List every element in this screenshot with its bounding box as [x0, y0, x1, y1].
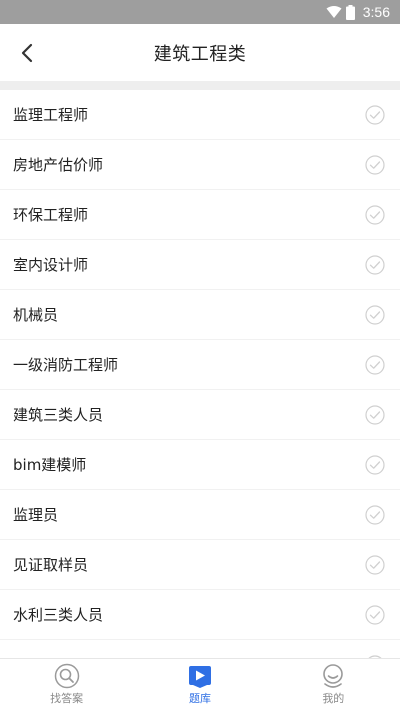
wifi-icon: [326, 6, 342, 18]
battery-icon: [345, 4, 355, 20]
list-item-label: 一级消防工程师: [13, 356, 119, 374]
header-bar: 建筑工程类: [0, 24, 400, 81]
check-circle-icon[interactable]: [365, 304, 385, 325]
list-item-label: 水利三类人员: [13, 606, 104, 624]
tab-label: 题库: [188, 692, 211, 705]
check-circle-icon[interactable]: [365, 504, 385, 525]
list-item[interactable]: 监理工程师: [0, 90, 400, 140]
list-item-label: 室内设计师: [13, 256, 89, 274]
check-circle-icon[interactable]: [365, 254, 385, 275]
check-circle-icon[interactable]: [365, 204, 385, 225]
list-item[interactable]: [0, 640, 400, 658]
question-bank-icon: [188, 666, 211, 688]
list-item-label: 监理工程师: [13, 106, 89, 124]
status-bar: 3:56: [0, 0, 400, 24]
header-divider: [0, 81, 400, 90]
bottom-tab-bar: 找答案 题库 我的: [0, 658, 400, 710]
list-item-label: 监理员: [13, 506, 59, 524]
list-item-label: 机械员: [13, 306, 59, 324]
tab-profile[interactable]: 我的: [267, 659, 400, 710]
list-item[interactable]: 见证取样员: [0, 540, 400, 590]
list-item[interactable]: 机械员: [0, 290, 400, 340]
list-item[interactable]: 房地产估价师: [0, 140, 400, 190]
check-circle-icon[interactable]: [365, 604, 385, 625]
check-circle-icon[interactable]: [365, 104, 385, 125]
check-circle-icon[interactable]: [365, 404, 385, 425]
back-button[interactable]: [14, 40, 40, 66]
list-item[interactable]: 监理员: [0, 490, 400, 540]
list-item-label: 建筑三类人员: [13, 406, 104, 424]
profile-icon: [323, 664, 344, 688]
list-item[interactable]: 环保工程师: [0, 190, 400, 240]
tab-label: 我的: [322, 692, 345, 705]
tab-find-answer[interactable]: 找答案: [0, 659, 133, 710]
list-item-label: bim建模师: [13, 456, 87, 474]
chevron-left-icon: [21, 43, 33, 63]
check-circle-icon[interactable]: [365, 154, 385, 175]
list-item[interactable]: 一级消防工程师: [0, 340, 400, 390]
list-item[interactable]: 室内设计师: [0, 240, 400, 290]
category-list: 监理工程师 房地产估价师 环保工程师 室内设计师 机械员 一级消防工程师 建筑三…: [0, 90, 400, 658]
list-item-label: 见证取样员: [13, 556, 89, 574]
list-item-label: 房地产估价师: [13, 156, 104, 174]
check-circle-icon[interactable]: [365, 554, 385, 575]
page-title: 建筑工程类: [153, 43, 247, 65]
check-circle-icon[interactable]: [365, 354, 385, 375]
check-circle-icon[interactable]: [365, 454, 385, 475]
tab-question-bank[interactable]: 题库: [133, 659, 266, 710]
list-item-label: 环保工程师: [13, 206, 89, 224]
search-icon: [54, 663, 79, 689]
list-item[interactable]: 建筑三类人员: [0, 390, 400, 440]
tab-label: 找答案: [50, 692, 84, 705]
list-item[interactable]: bim建模师: [0, 440, 400, 490]
list-item[interactable]: 水利三类人员: [0, 590, 400, 640]
status-time: 3:56: [362, 4, 390, 20]
